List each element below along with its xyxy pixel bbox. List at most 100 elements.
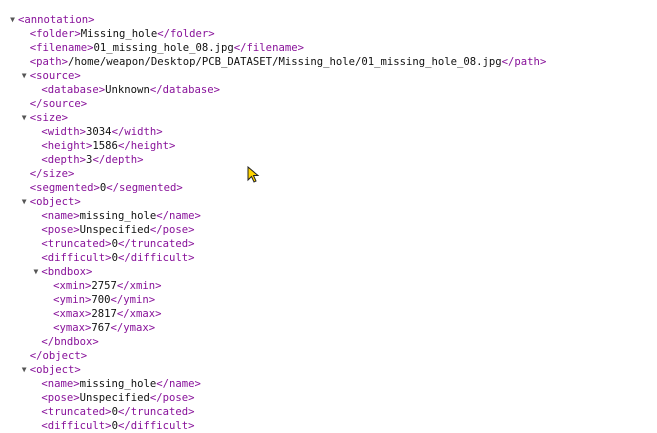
xml-line: <truncated>0</truncated> <box>41 405 194 419</box>
xml-text-value: 767 <box>91 322 111 334</box>
xml-close-tag: </pose> <box>149 392 195 404</box>
xml-line: <database>Unknown</database> <box>41 83 220 97</box>
xml-open-tag: <name> <box>41 378 80 390</box>
xml-line: <source> <box>30 69 81 83</box>
xml-open-tag: <path> <box>29 56 68 68</box>
xml-text-value: 700 <box>91 294 111 306</box>
xml-close-tag: </difficult> <box>117 252 195 264</box>
xml-line: </source> <box>30 97 87 111</box>
xml-close-tag: </object> <box>29 350 88 362</box>
collapse-toggle-icon[interactable]: ▼ <box>20 195 29 209</box>
xml-open-tag: <pose> <box>41 224 80 236</box>
xml-close-tag: </name> <box>156 210 201 222</box>
xml-line: <object> <box>30 195 81 209</box>
xml-text-value: /home/weapon/Desktop/PCB_DATASET/Missing… <box>67 56 502 68</box>
xml-open-tag: <depth> <box>41 154 87 166</box>
xml-close-tag: </segmented> <box>106 182 183 194</box>
xml-text-value: Missing_hole <box>80 28 158 40</box>
xml-line: </bndbox> <box>41 335 98 349</box>
xml-text-value: missing_hole <box>79 210 157 222</box>
xml-line: <xmin>2757</xmin> <box>53 279 161 293</box>
mouse-cursor-icon <box>247 166 260 183</box>
xml-open-tag: <size> <box>29 112 68 124</box>
xml-close-tag: </depth> <box>92 154 144 166</box>
xml-open-tag: <difficult> <box>41 252 112 264</box>
xml-line: <object> <box>30 363 81 377</box>
xml-open-tag: <segmented> <box>29 182 100 194</box>
xml-line: <filename>01_missing_hole_08.jpg</filena… <box>30 41 304 55</box>
xml-line: <pose>Unspecified</pose> <box>41 223 194 237</box>
xml-open-tag: <annotation> <box>18 14 95 26</box>
xml-line: <width>3034</width> <box>41 125 162 139</box>
xml-open-tag: <database> <box>41 84 106 96</box>
xml-close-tag: </truncated> <box>117 406 195 418</box>
xml-tree-viewer: ▼ <annotation> <folder>Missing_hole</folde… <box>0 0 657 432</box>
xml-text-value: Unspecified <box>79 224 150 236</box>
xml-close-tag: </filename> <box>233 42 304 54</box>
xml-line: <pose>Unspecified</pose> <box>41 391 194 405</box>
xml-close-tag: </ymax> <box>110 322 156 334</box>
xml-close-tag: </size> <box>29 168 75 180</box>
xml-line: <depth>3</depth> <box>41 153 143 167</box>
xml-text-value: 1586 <box>92 140 118 152</box>
xml-close-tag: </width> <box>111 126 163 138</box>
xml-open-tag: <difficult> <box>41 420 112 432</box>
xml-close-tag: </bndbox> <box>41 336 99 348</box>
xml-open-tag: <object> <box>29 364 81 376</box>
collapse-toggle-icon[interactable]: ▼ <box>8 13 17 27</box>
xml-line: </size> <box>30 167 75 181</box>
collapse-toggle-icon[interactable]: ▼ <box>31 265 40 279</box>
xml-open-tag: <folder> <box>29 28 81 40</box>
xml-line: <bndbox> <box>41 265 92 279</box>
xml-open-tag: <width> <box>41 126 87 138</box>
xml-open-tag: <name> <box>41 210 80 222</box>
xml-text-value: Unknown <box>105 84 150 96</box>
xml-open-tag: <xmax> <box>53 308 92 320</box>
xml-close-tag: </folder> <box>157 28 215 40</box>
xml-text-value: Unspecified <box>79 392 150 404</box>
xml-close-tag: </source> <box>29 98 88 110</box>
xml-line: <annotation> <box>18 13 95 27</box>
xml-close-tag: </pose> <box>149 224 195 236</box>
xml-text-value: 01_missing_hole_08.jpg <box>93 42 234 54</box>
xml-close-tag: </database> <box>149 84 220 96</box>
xml-close-tag: </path> <box>501 56 547 68</box>
xml-open-tag: <object> <box>29 196 81 208</box>
xml-line: <folder>Missing_hole</folder> <box>30 27 215 41</box>
xml-open-tag: <ymax> <box>53 322 92 334</box>
xml-close-tag: </name> <box>156 378 201 390</box>
xml-close-tag: </xmin> <box>116 280 162 292</box>
collapse-toggle-icon[interactable]: ▼ <box>20 69 29 83</box>
xml-text-value: 2817 <box>91 308 117 320</box>
xml-open-tag: <source> <box>29 70 81 82</box>
xml-line: <segmented>0</segmented> <box>30 181 183 195</box>
xml-open-tag: <xmin> <box>53 280 92 292</box>
xml-open-tag: <height> <box>41 140 93 152</box>
xml-line: <name>missing_hole</name> <box>41 209 200 223</box>
xml-line: </object> <box>30 349 87 363</box>
xml-line: <ymax>767</ymax> <box>53 321 155 335</box>
collapse-toggle-icon[interactable]: ▼ <box>20 363 29 377</box>
collapse-toggle-icon[interactable]: ▼ <box>20 111 29 125</box>
xml-open-tag: <truncated> <box>41 238 112 250</box>
xml-line: <xmax>2817</xmax> <box>53 307 161 321</box>
xml-line: <size> <box>30 111 68 125</box>
xml-open-tag: <filename> <box>29 42 94 54</box>
xml-text-value: missing_hole <box>79 378 157 390</box>
xml-open-tag: <truncated> <box>41 406 112 418</box>
xml-close-tag: </xmax> <box>116 308 162 320</box>
xml-line: <height>1586</height> <box>41 139 175 153</box>
xml-text-value: 2757 <box>91 280 117 292</box>
xml-close-tag: </difficult> <box>117 420 195 432</box>
xml-open-tag: <bndbox> <box>41 266 93 278</box>
xml-close-tag: </truncated> <box>117 238 195 250</box>
xml-line: <path>/home/weapon/Desktop/PCB_DATASET/M… <box>30 55 547 69</box>
xml-text-value: 3034 <box>86 126 112 138</box>
xml-line: <difficult>0</difficult> <box>41 251 194 265</box>
xml-open-tag: <ymin> <box>53 294 92 306</box>
xml-open-tag: <pose> <box>41 392 80 404</box>
xml-line: <name>missing_hole</name> <box>41 377 200 391</box>
xml-close-tag: </height> <box>117 140 176 152</box>
xml-close-tag: </ymin> <box>110 294 156 306</box>
xml-line: <ymin>700</ymin> <box>53 293 155 307</box>
